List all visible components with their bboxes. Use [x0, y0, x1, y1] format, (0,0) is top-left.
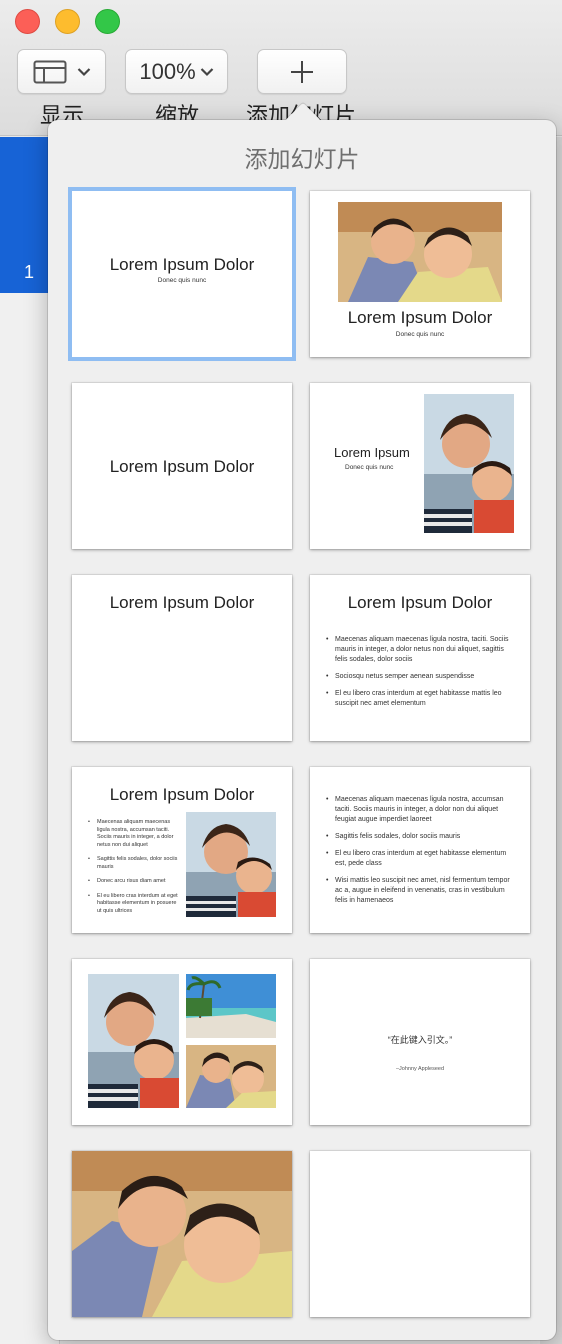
layout-title: Lorem Ipsum Dolor — [109, 255, 255, 274]
quote-attribution: –Johnny Appleseed — [395, 1066, 444, 1072]
bullet-item: Wisi mattis leo suscipit nec amet, nisl … — [326, 876, 516, 906]
layout-blank[interactable] — [310, 1151, 530, 1317]
layout-title: Lorem Ipsum — [334, 445, 410, 460]
layout-subtitle: Donec quis nunc — [345, 464, 394, 471]
chevron-down-icon — [200, 67, 214, 77]
chevron-down-icon — [77, 67, 91, 77]
zoom-value: 100% — [139, 58, 196, 84]
bullet-item: Donec arcu risus diam amet — [88, 878, 178, 886]
view-menu-button[interactable] — [17, 49, 106, 94]
layout-title-bullets[interactable]: Lorem Ipsum Dolor Maecenas aliquam maece… — [310, 575, 530, 741]
boys-photo — [338, 202, 502, 302]
add-slide-button[interactable] — [257, 49, 347, 94]
layout-photo-collage[interactable] — [72, 959, 292, 1125]
bullet-list: Maecenas aliquam maecenas ligula nostra,… — [88, 819, 178, 922]
bullet-item: El eu libero cras interdum at eget habit… — [88, 893, 178, 916]
layout-title: Lorem Ipsum Dolor — [347, 308, 493, 327]
layout-title-top[interactable]: Lorem Ipsum Dolor — [72, 575, 292, 741]
minimize-window-button[interactable] — [55, 9, 80, 34]
layout-photo-title[interactable]: Lorem Ipsum Dolor Donec quis nunc — [310, 191, 530, 357]
toolbar: 100% 显示 缩放 添加幻灯片 — [0, 0, 562, 136]
layout-title: Lorem Ipsum Dolor — [109, 457, 255, 476]
layout-title: Lorem Ipsum Dolor — [109, 785, 255, 804]
bullet-item: El eu libero cras interdum at eget habit… — [326, 849, 516, 869]
bullet-item: Maecenas aliquam maecenas ligula nostra,… — [326, 635, 512, 665]
layout-title: Lorem Ipsum Dolor — [109, 593, 255, 612]
bullet-item: Sagittis felis sodales, dolor sociis mau… — [326, 832, 516, 842]
bullet-item: Sociosqu netus semper aenean suspendisse — [326, 672, 512, 682]
bullet-list: Maecenas aliquam maecenas ligula nostra,… — [326, 635, 512, 716]
boys-photo — [72, 1151, 292, 1317]
layout-title-bullets-photo[interactable]: Lorem Ipsum Dolor Maecenas aliquam maece… — [72, 767, 292, 933]
layout-title-left-photo[interactable]: Lorem Ipsum Donec quis nunc — [310, 383, 530, 549]
layout-subtitle: Donec quis nunc — [395, 331, 445, 338]
layout-title-only[interactable]: Lorem Ipsum Dolor — [72, 383, 292, 549]
bullet-item: Maecenas aliquam maecenas ligula nostra,… — [326, 795, 516, 825]
layout-subtitle: Donec quis nunc — [157, 277, 207, 284]
mother-child-photo — [88, 974, 179, 1108]
layout-quote[interactable]: “在此键入引文。” –Johnny Appleseed — [310, 959, 530, 1125]
mother-child-photo — [424, 394, 514, 533]
boys-photo — [186, 1045, 276, 1108]
close-window-button[interactable] — [15, 9, 40, 34]
layout-photo-full[interactable] — [72, 1151, 292, 1317]
bullet-item: El eu libero cras interdum at eget habit… — [326, 689, 512, 709]
quote-text: “在此键入引文。” — [387, 1035, 453, 1045]
zoom-menu-button[interactable]: 100% — [125, 49, 228, 94]
bullet-list: Maecenas aliquam maecenas ligula nostra,… — [326, 795, 516, 913]
layout-bullets-only[interactable]: Maecenas aliquam maecenas ligula nostra,… — [310, 767, 530, 933]
slide-number: 1 — [24, 262, 35, 282]
layout-title: Lorem Ipsum Dolor — [347, 593, 493, 612]
plus-icon — [289, 59, 315, 85]
sidebar-layout-icon — [33, 60, 67, 84]
layout-title-center[interactable]: Lorem Ipsum Dolor Donec quis nunc — [72, 191, 292, 357]
mother-child-photo — [186, 812, 276, 917]
bullet-item: Sagittis felis sodales, dolor sociis mau… — [88, 856, 178, 871]
beach-photo — [186, 974, 276, 1038]
popover-title: 添加幻灯片 — [244, 147, 360, 173]
bullet-item: Maecenas aliquam maecenas ligula nostra,… — [88, 819, 178, 849]
fullscreen-window-button[interactable] — [95, 9, 120, 34]
